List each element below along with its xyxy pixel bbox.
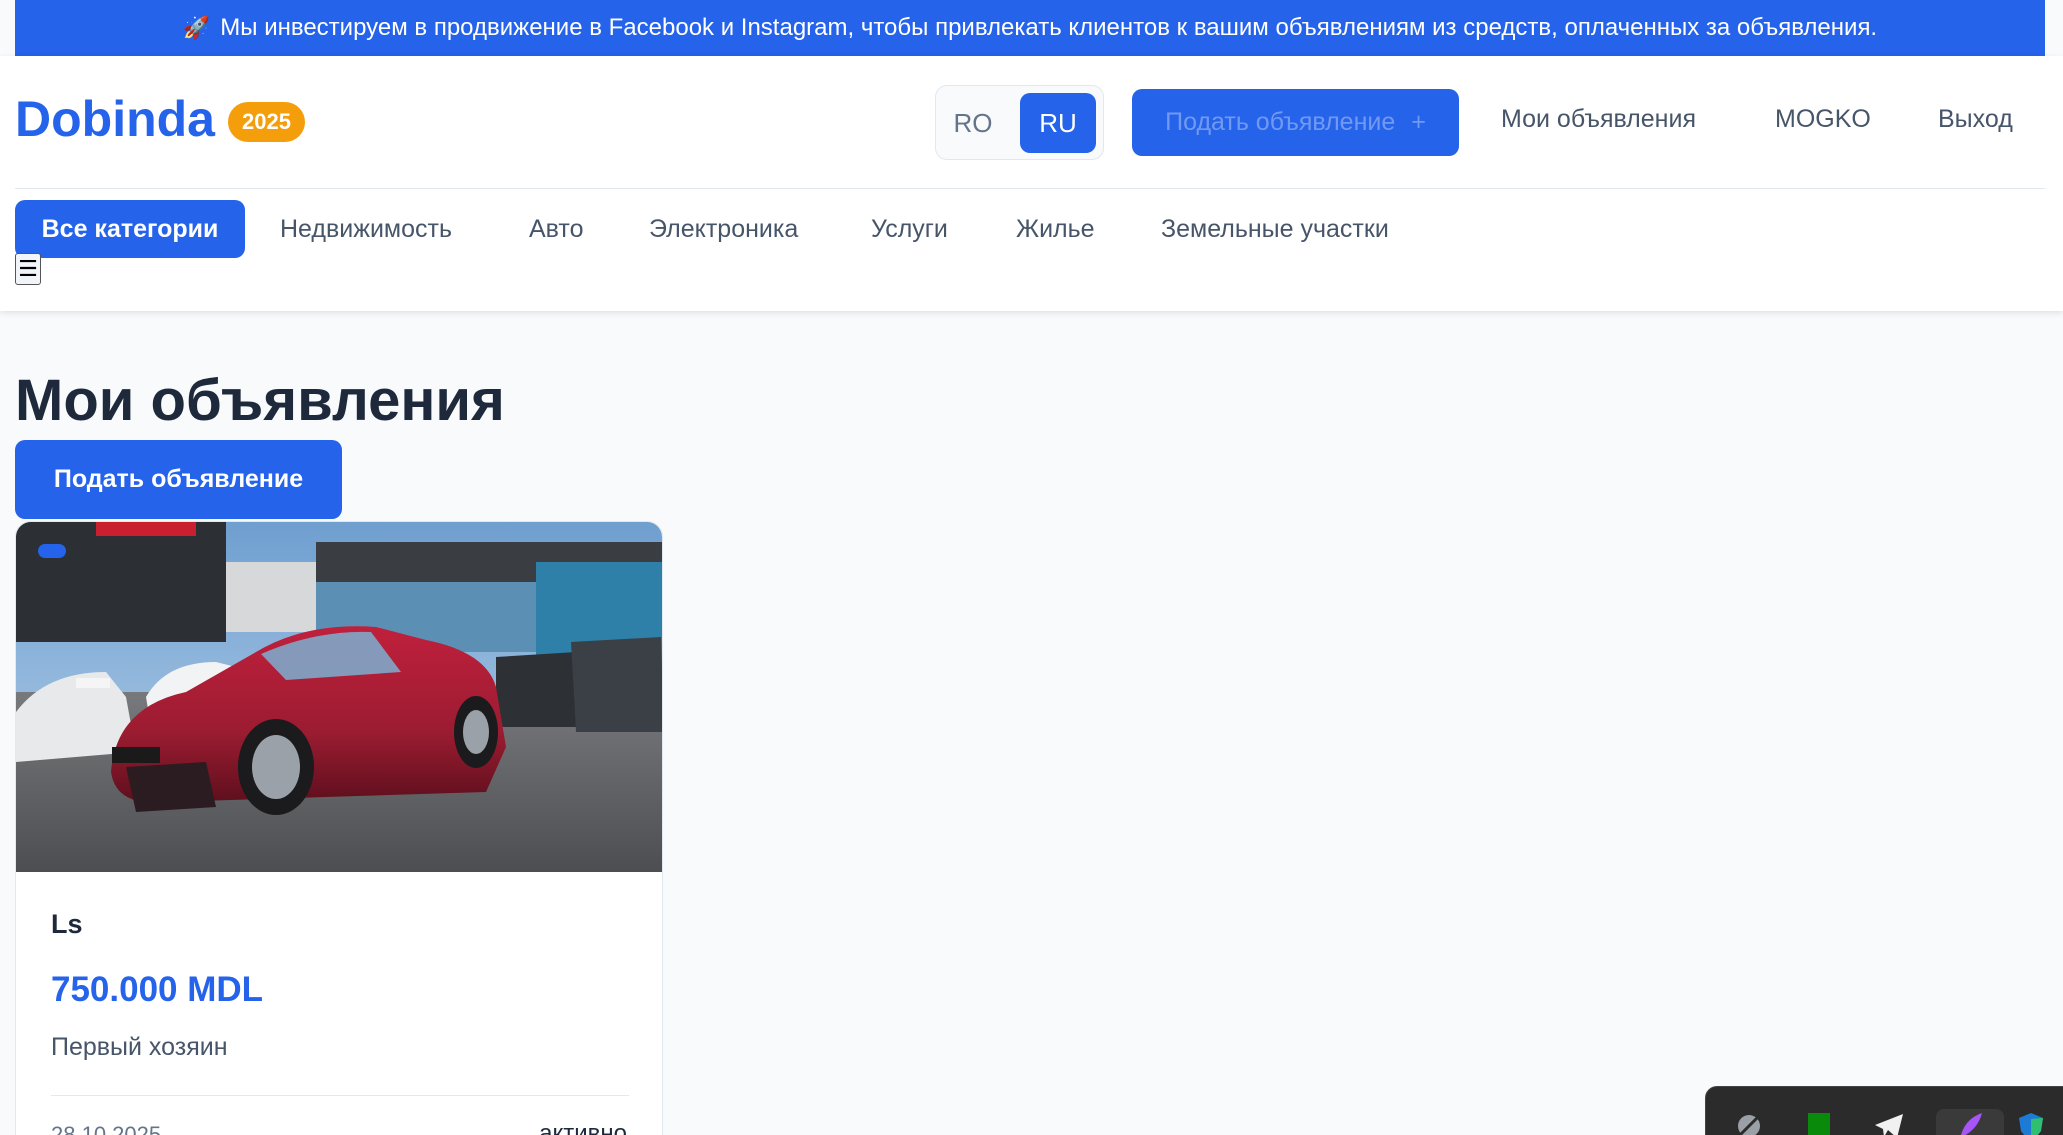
- plus-icon: +: [1411, 108, 1426, 136]
- page-title: Мои объявления: [15, 368, 505, 433]
- card-divider: [51, 1095, 629, 1096]
- category-land[interactable]: Земельные участки: [1161, 200, 1389, 258]
- menu-toggle-button[interactable]: ☰: [15, 253, 41, 285]
- post-ad-header-label: Подать объявление: [1165, 108, 1396, 136]
- listing-description: Первый хозяин: [51, 1033, 228, 1061]
- category-all[interactable]: Все категории: [15, 200, 245, 258]
- nav-user-link[interactable]: MOGKO: [1775, 105, 1871, 134]
- shield-icon[interactable]: [2014, 1109, 2048, 1135]
- system-tray: [1705, 1086, 2063, 1135]
- category-services[interactable]: Услуги: [871, 200, 948, 258]
- nav-logout-link[interactable]: Выход: [1938, 105, 2013, 134]
- promo-text: Мы инвестируем в продвижение в Facebook …: [220, 14, 1878, 41]
- year-badge: 2025: [228, 102, 305, 142]
- language-switcher: RO RU: [935, 85, 1104, 160]
- post-ad-main-button[interactable]: Подать объявление: [15, 440, 342, 519]
- category-housing[interactable]: Жилье: [1016, 200, 1095, 258]
- site-logo[interactable]: Dobinda: [15, 90, 215, 148]
- listing-date: 28.10.2025: [51, 1122, 162, 1135]
- listing-photo[interactable]: [16, 522, 662, 872]
- rocket-icon: 🚀: [182, 15, 211, 40]
- listing-price: 750.000 MDL: [51, 970, 264, 1009]
- post-ad-header-button[interactable]: Подать объявление +: [1132, 89, 1459, 156]
- mute-icon[interactable]: [1732, 1109, 1766, 1135]
- listing-status: активно: [539, 1120, 627, 1135]
- listing-card[interactable]: Ls 750.000 MDL Первый хозяин 28.10.2025 …: [15, 521, 663, 1135]
- category-auto[interactable]: Авто: [529, 200, 583, 258]
- green-square-icon[interactable]: [1802, 1109, 1836, 1135]
- lang-ro-button[interactable]: RO: [944, 93, 1002, 153]
- category-electronics[interactable]: Электроника: [649, 200, 798, 258]
- lang-ru-button[interactable]: RU: [1020, 93, 1096, 153]
- listing-title[interactable]: Ls: [51, 909, 83, 940]
- feather-icon[interactable]: [1936, 1109, 2004, 1135]
- listing-status-badge: [38, 544, 66, 558]
- nav-my-ads-link[interactable]: Мои объявления: [1501, 105, 1696, 134]
- category-real-estate[interactable]: Недвижимость: [280, 200, 452, 258]
- telegram-icon[interactable]: [1872, 1109, 1906, 1135]
- header-divider: [15, 188, 2045, 189]
- promo-banner: 🚀 Мы инвестируем в продвижение в Faceboo…: [15, 0, 2045, 56]
